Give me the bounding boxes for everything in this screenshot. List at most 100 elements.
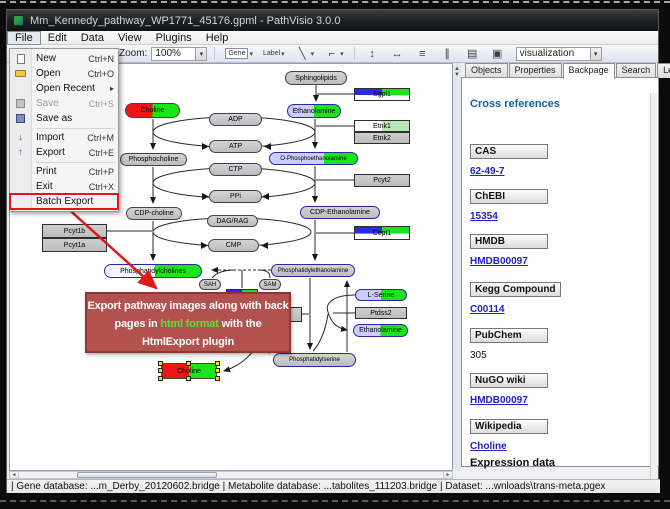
stack-vertical-button[interactable]: ≡ <box>412 46 433 61</box>
application-window: Mm_Kennedy_pathway_WP1771_45176.gpml - P… <box>6 9 659 493</box>
selection-handle[interactable] <box>215 361 220 366</box>
node-cdp-choline[interactable]: CDP-choline <box>126 207 182 220</box>
selection-handle[interactable] <box>158 368 163 373</box>
export-icon: ↑ <box>14 147 27 158</box>
caret-down-icon[interactable]: ▾ <box>590 48 601 60</box>
panel-scrollbar[interactable] <box>650 93 657 481</box>
node-o-phosphoethanolamine[interactable]: O-Phosphoethanolamine <box>269 152 358 165</box>
backpage-section-pubchem: PubChem 305 <box>470 325 648 361</box>
node-phosphatidylcholines[interactable]: Phosphatidylcholines <box>104 264 202 278</box>
cas-link[interactable]: 62-49-7 <box>470 166 648 177</box>
node-choline[interactable]: Choline <box>125 103 180 118</box>
align-vertical-center-button[interactable]: ↕ <box>362 46 383 61</box>
section-title: ChEBI <box>470 189 548 204</box>
splitter-down-icon[interactable]: ▼ <box>454 73 460 78</box>
menu-item-import[interactable]: ↓ ImportCtrl+M <box>10 130 118 145</box>
tab-legend[interactable]: Legend <box>657 63 670 78</box>
window-title: Mm_Kennedy_pathway_WP1771_45176.gpml - P… <box>30 15 340 27</box>
selection-handle[interactable] <box>186 361 191 366</box>
tab-backpage[interactable]: Backpage <box>563 63 615 79</box>
caret-down-icon[interactable]: ▾ <box>311 50 315 58</box>
node-pcyt1a[interactable]: Pcyt1a <box>42 238 107 252</box>
caret-down-icon[interactable]: ▾ <box>249 50 253 58</box>
stack-horizontal-button[interactable]: ∥ <box>437 46 458 61</box>
title-bar: Mm_Kennedy_pathway_WP1771_45176.gpml - P… <box>7 10 658 31</box>
scroll-right-icon[interactable]: ► <box>443 472 452 478</box>
connector-tool-button[interactable]: ⌐ ▾ <box>321 46 347 61</box>
selection-handle[interactable] <box>158 361 163 366</box>
menu-help[interactable]: Help <box>199 31 236 45</box>
selection-handle[interactable] <box>186 376 191 381</box>
align-horizontal-center-button[interactable]: ↔ <box>387 46 408 61</box>
node-pcyt2[interactable]: Pcyt2 <box>354 174 410 187</box>
chebi-link[interactable]: 15354 <box>470 211 648 222</box>
node-phosphatidylethanolamine[interactable]: Phosphatidylethanolamine <box>271 264 355 277</box>
node-ethanolamine[interactable]: Ethanolamine <box>287 104 341 118</box>
wikipedia-link[interactable]: Choline <box>470 441 648 452</box>
zoom-combobox[interactable]: 100% ▾ <box>151 47 207 61</box>
tab-properties[interactable]: Properties <box>509 63 562 78</box>
hmdb-link[interactable]: HMDB00097 <box>470 256 648 267</box>
caret-down-icon[interactable]: ▾ <box>281 50 285 58</box>
node-etnk1[interactable]: Etnk1 <box>354 120 410 132</box>
node-dag[interactable]: DAG/RAG <box>207 215 258 227</box>
node-l-serine[interactable]: L-Serine <box>355 289 407 301</box>
node-sam[interactable]: SAM <box>259 279 281 290</box>
callout-highlight: html format <box>160 318 218 330</box>
nugo-link[interactable]: HMDB00097 <box>470 395 648 406</box>
node-ppi[interactable]: PPi <box>209 190 262 203</box>
menu-item-batch-export[interactable]: Batch Export <box>10 194 118 209</box>
caret-down-icon[interactable]: ▾ <box>340 50 344 58</box>
selection-handle[interactable] <box>215 368 220 373</box>
node-cept1[interactable]: Cept1 <box>354 226 410 240</box>
tab-objects[interactable]: Objects <box>465 63 508 78</box>
scrollbar-thumb[interactable] <box>77 472 217 478</box>
node-cmp[interactable]: CMP <box>208 239 259 252</box>
menu-item-new[interactable]: NewCtrl+N <box>10 51 118 66</box>
kegg-link[interactable]: C00114 <box>470 304 648 315</box>
node-phosphocholine[interactable]: Phosphocholine <box>120 153 187 166</box>
common-size-button[interactable]: ▤ <box>462 46 483 61</box>
new-label-button[interactable]: Label ▾ <box>260 46 288 61</box>
menu-edit[interactable]: Edit <box>41 31 74 45</box>
selected-node-choline[interactable]: Choline <box>158 361 220 381</box>
menu-data[interactable]: Data <box>74 31 111 45</box>
new-page-icon <box>14 53 27 64</box>
node-ctp[interactable]: CTP <box>209 163 262 176</box>
canvas-horizontal-scrollbar[interactable]: ◄ ► <box>9 471 453 479</box>
menu-view[interactable]: View <box>111 31 149 45</box>
node-ethanolamine-mid[interactable]: Ethanolamine <box>353 324 408 337</box>
menu-item-save[interactable]: SaveCtrl+S <box>10 96 118 111</box>
menu-item-save-as[interactable]: Save as <box>10 111 118 126</box>
menu-plugins[interactable]: Plugins <box>149 31 199 45</box>
selection-handle[interactable] <box>158 376 163 381</box>
menu-item-export[interactable]: ↑ ExportCtrl+E <box>10 145 118 160</box>
node-sgpl1[interactable]: Sgpl1 <box>354 88 410 101</box>
scroll-left-icon[interactable]: ◄ <box>10 472 19 478</box>
zoom-label: Zoom: <box>119 48 147 59</box>
backpage-section-wikipedia: Wikipedia Choline <box>470 416 648 452</box>
caret-down-icon[interactable]: ▾ <box>195 48 206 60</box>
node-sphingolipids[interactable]: Sphingolipids <box>285 71 347 85</box>
menu-item-open[interactable]: OpenCtrl+O <box>10 66 118 81</box>
tab-search[interactable]: Search <box>616 63 657 78</box>
panel-splitter[interactable]: ▲ ▼ <box>453 63 461 471</box>
section-title: CAS <box>470 144 548 159</box>
new-gene-button[interactable]: Gene ▾ <box>222 46 256 61</box>
node-sah[interactable]: SAH <box>199 279 221 290</box>
menu-item-exit[interactable]: ExitCtrl+X <box>10 179 118 194</box>
node-phosphatidylserine[interactable]: Phosphatidylserine <box>273 353 356 367</box>
node-pcyt1b[interactable]: Pcyt1b <box>42 224 107 238</box>
bring-forward-button[interactable]: ▣ <box>487 46 508 61</box>
node-adp[interactable]: ADP <box>209 113 262 126</box>
menu-item-open-recent[interactable]: Open Recent ▸ <box>10 81 118 96</box>
node-etnk2[interactable]: Etnk2 <box>354 132 410 144</box>
node-ptdss2[interactable]: Ptdss2 <box>355 307 407 319</box>
menu-item-print[interactable]: PrintCtrl+P <box>10 164 118 179</box>
node-cdp-ethanolamine[interactable]: CDP-Ethanolamine <box>300 206 380 219</box>
menu-file[interactable]: File <box>7 31 41 45</box>
visualization-combobox[interactable]: visualization ▾ <box>516 47 602 61</box>
line-tool-button[interactable]: ╲ ▾ <box>292 46 318 61</box>
selection-handle[interactable] <box>215 376 220 381</box>
node-atp[interactable]: ATP <box>209 140 262 153</box>
